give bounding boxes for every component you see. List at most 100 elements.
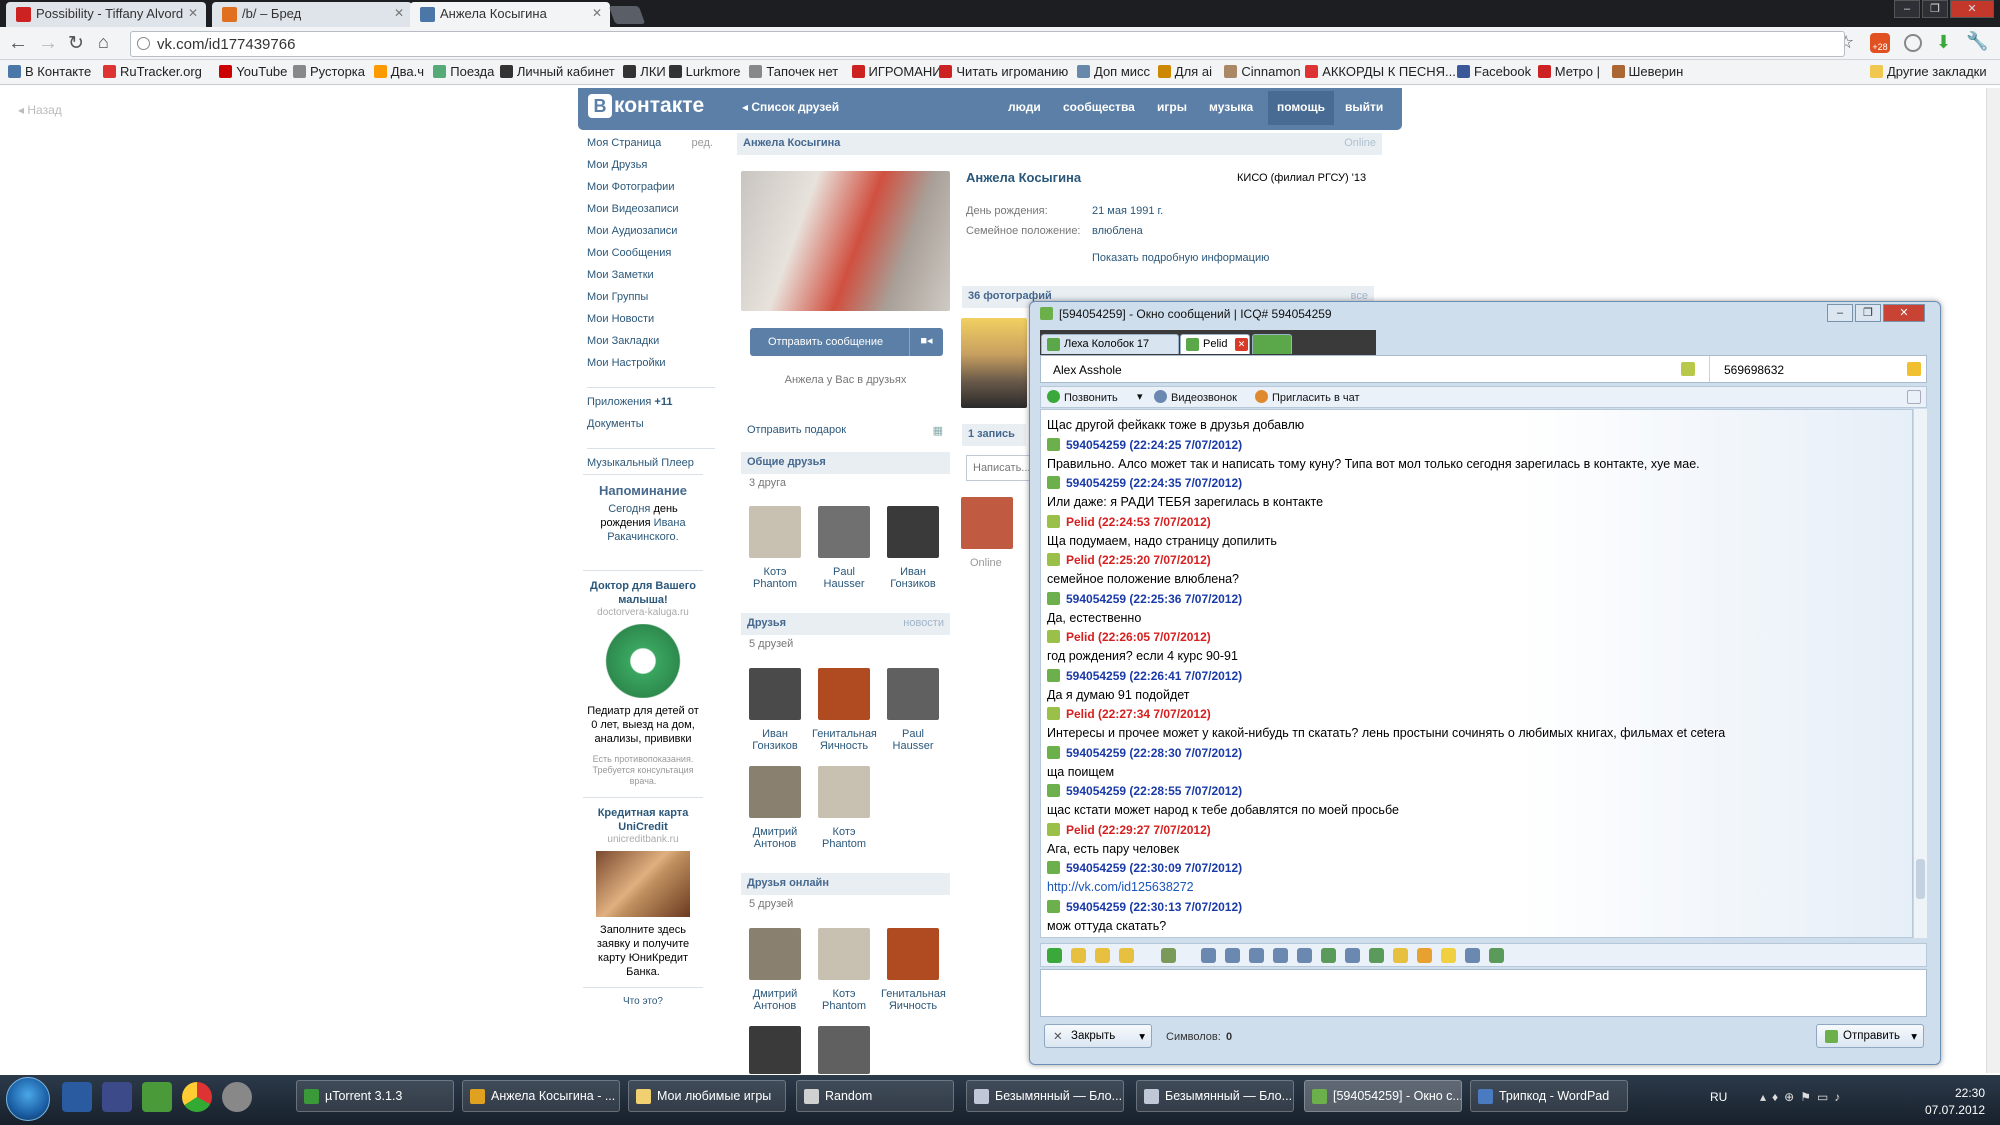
friend-name[interactable]: Иван Гонзиков: [743, 728, 807, 752]
menu-photos[interactable]: Мои Фотографии: [587, 181, 715, 203]
other-bookmarks[interactable]: Другие закладки: [1870, 64, 1987, 79]
close-window-button[interactable]: ✕: [1883, 304, 1925, 322]
menu-bookmarks[interactable]: Мои Закладки: [587, 335, 715, 357]
send-button[interactable]: Отправить ▾: [1816, 1024, 1924, 1048]
chevron-down-icon[interactable]: ▾: [1139, 1029, 1145, 1043]
bookmark-item[interactable]: Русторка: [293, 64, 365, 79]
friend-avatar[interactable]: [887, 668, 939, 720]
browser-tab-active[interactable]: Анжела Косыгина ✕: [410, 2, 610, 27]
bookmark-item[interactable]: Метро |: [1537, 64, 1600, 79]
friend-name[interactable]: Котэ Phantom: [812, 826, 876, 850]
bookmark-item[interactable]: Тапочек нет: [749, 64, 838, 79]
bookmark-item[interactable]: ИГРОМАНИЯ: [851, 64, 951, 79]
menu-groups[interactable]: Мои Группы: [587, 291, 715, 313]
chat-scrollbar[interactable]: [1913, 409, 1927, 938]
chat-tab[interactable]: [1252, 334, 1292, 354]
format-tool-icon[interactable]: [1489, 948, 1504, 963]
extension-icon[interactable]: [1904, 34, 1922, 52]
bookmark-item[interactable]: АККОРДЫ К ПЕСНЯ...: [1305, 64, 1456, 79]
ad-what-link[interactable]: Что это?: [583, 996, 703, 1007]
format-tool-icon[interactable]: [1249, 948, 1264, 963]
format-tool-icon[interactable]: [1119, 948, 1134, 963]
menu-news[interactable]: Мои Новости: [587, 313, 715, 335]
friend-name[interactable]: Иван Гонзиков: [881, 566, 945, 590]
call-dropdown[interactable]: ▾: [1137, 390, 1143, 403]
friend-avatar[interactable]: [818, 506, 870, 558]
nav-communities[interactable]: сообщества: [1063, 100, 1135, 114]
bookmark-item[interactable]: Читать игроманию: [939, 64, 1068, 79]
bookmark-item[interactable]: В Контакте: [8, 64, 91, 79]
chrome-icon[interactable]: [182, 1082, 212, 1112]
taskbar-item[interactable]: Анжела Косыгина - ...: [462, 1080, 620, 1112]
browser-tab[interactable]: Possibility - Tiffany Alvord ✕: [6, 2, 206, 27]
bookmark-item[interactable]: Два.ч: [373, 64, 424, 79]
profile-photo[interactable]: [741, 171, 950, 311]
bookmark-item[interactable]: RuTracker.org: [103, 64, 202, 79]
wall-avatar[interactable]: [961, 497, 1013, 549]
friend-avatar[interactable]: [749, 506, 801, 558]
close-tab-icon[interactable]: ✕: [592, 6, 602, 20]
menu-docs[interactable]: Документы: [587, 418, 715, 440]
bookmark-item[interactable]: ЛКИ: [623, 64, 666, 79]
bookmark-item[interactable]: YouTube: [219, 64, 287, 79]
forward-arrow-icon[interactable]: →: [38, 32, 58, 55]
reload-icon[interactable]: ↻: [68, 32, 84, 55]
message-link[interactable]: http://vk.com/id125638272: [1047, 880, 1194, 894]
nav-logout[interactable]: выйти: [1345, 100, 1383, 114]
home-icon[interactable]: ⌂: [98, 32, 109, 53]
minimize-button[interactable]: –: [1827, 304, 1853, 322]
menu-notes[interactable]: Мои Заметки: [587, 269, 715, 291]
bookmark-item[interactable]: Facebook: [1457, 64, 1531, 79]
friend-name[interactable]: Paul Hausser: [881, 728, 945, 752]
format-tool-icon[interactable]: [1345, 948, 1360, 963]
friend-avatar[interactable]: [818, 668, 870, 720]
taskbar-item[interactable]: [594054259] - Окно с...: [1304, 1080, 1462, 1112]
send-gift-link[interactable]: Отправить подарок ▦: [747, 424, 943, 437]
history-icon[interactable]: [1907, 362, 1921, 376]
send-message-button[interactable]: Отправить сообщение ■◂: [750, 328, 943, 356]
format-tool-icon[interactable]: [1441, 948, 1456, 963]
wall-header[interactable]: 1 запись: [962, 424, 1026, 446]
maximize-button[interactable]: ❐: [1922, 0, 1948, 18]
new-tab-button[interactable]: [608, 6, 646, 24]
bookmark-item[interactable]: Доп мисс: [1077, 64, 1150, 79]
profile-school[interactable]: КИСО (филиал РГСУ) '13: [1237, 172, 1366, 184]
common-friends-header[interactable]: Общие друзья: [741, 452, 950, 474]
friend-name[interactable]: Котэ Phantom: [812, 988, 876, 1012]
nav-games[interactable]: игры: [1157, 100, 1187, 114]
format-tool-icon[interactable]: [1297, 948, 1312, 963]
vk-logo[interactable]: Вконтакте: [588, 94, 704, 118]
friend-name[interactable]: Paul Hausser: [812, 566, 876, 590]
back-arrow-icon[interactable]: ←: [8, 32, 28, 55]
show-more-info[interactable]: Показать подробную информацию: [1092, 252, 1269, 264]
ad-title[interactable]: Доктор для Вашего малыша!: [583, 579, 703, 607]
menu-apps[interactable]: Приложения +11: [587, 396, 715, 418]
edit-link[interactable]: ред.: [692, 137, 713, 149]
bookmark-item[interactable]: Lurkmore: [668, 64, 741, 79]
birthday-value[interactable]: 21 мая 1991 г.: [1092, 205, 1163, 217]
taskbar-item[interactable]: Random: [796, 1080, 954, 1112]
bookmark-item[interactable]: Поезда: [433, 64, 494, 79]
message-input[interactable]: [1040, 969, 1927, 1017]
close-chat-button[interactable]: ✕ Закрыть ▾: [1044, 1024, 1152, 1048]
format-tool-icon[interactable]: [1417, 948, 1432, 963]
wall-post-input[interactable]: Написать...: [966, 455, 1030, 481]
friends-header[interactable]: Друзья новости: [741, 613, 950, 635]
ad-title[interactable]: Кредитная карта UniCredit: [583, 806, 703, 834]
chevron-down-icon[interactable]: ▾: [1911, 1029, 1917, 1043]
scroll-thumb[interactable]: [1916, 859, 1925, 899]
format-tool-icon[interactable]: [1393, 948, 1408, 963]
friend-avatar[interactable]: [818, 1026, 870, 1074]
format-tool-icon[interactable]: [1161, 948, 1176, 963]
call-button[interactable]: Позвонить: [1047, 390, 1118, 404]
chat-tab-active[interactable]: Pelid ✕: [1180, 334, 1250, 354]
friend-name[interactable]: Дмитрий Антонов: [743, 988, 807, 1012]
bookmark-item[interactable]: Шеверин: [1611, 64, 1683, 79]
format-tool-icon[interactable]: [1071, 948, 1086, 963]
minimize-button[interactable]: –: [1894, 0, 1920, 18]
format-tool-icon[interactable]: [1273, 948, 1288, 963]
friends-news-link[interactable]: новости: [903, 617, 944, 629]
desktop-icon[interactable]: [62, 1082, 92, 1112]
friends-list-link[interactable]: ◂ Список друзей: [742, 100, 839, 114]
friend-avatar[interactable]: [749, 928, 801, 980]
